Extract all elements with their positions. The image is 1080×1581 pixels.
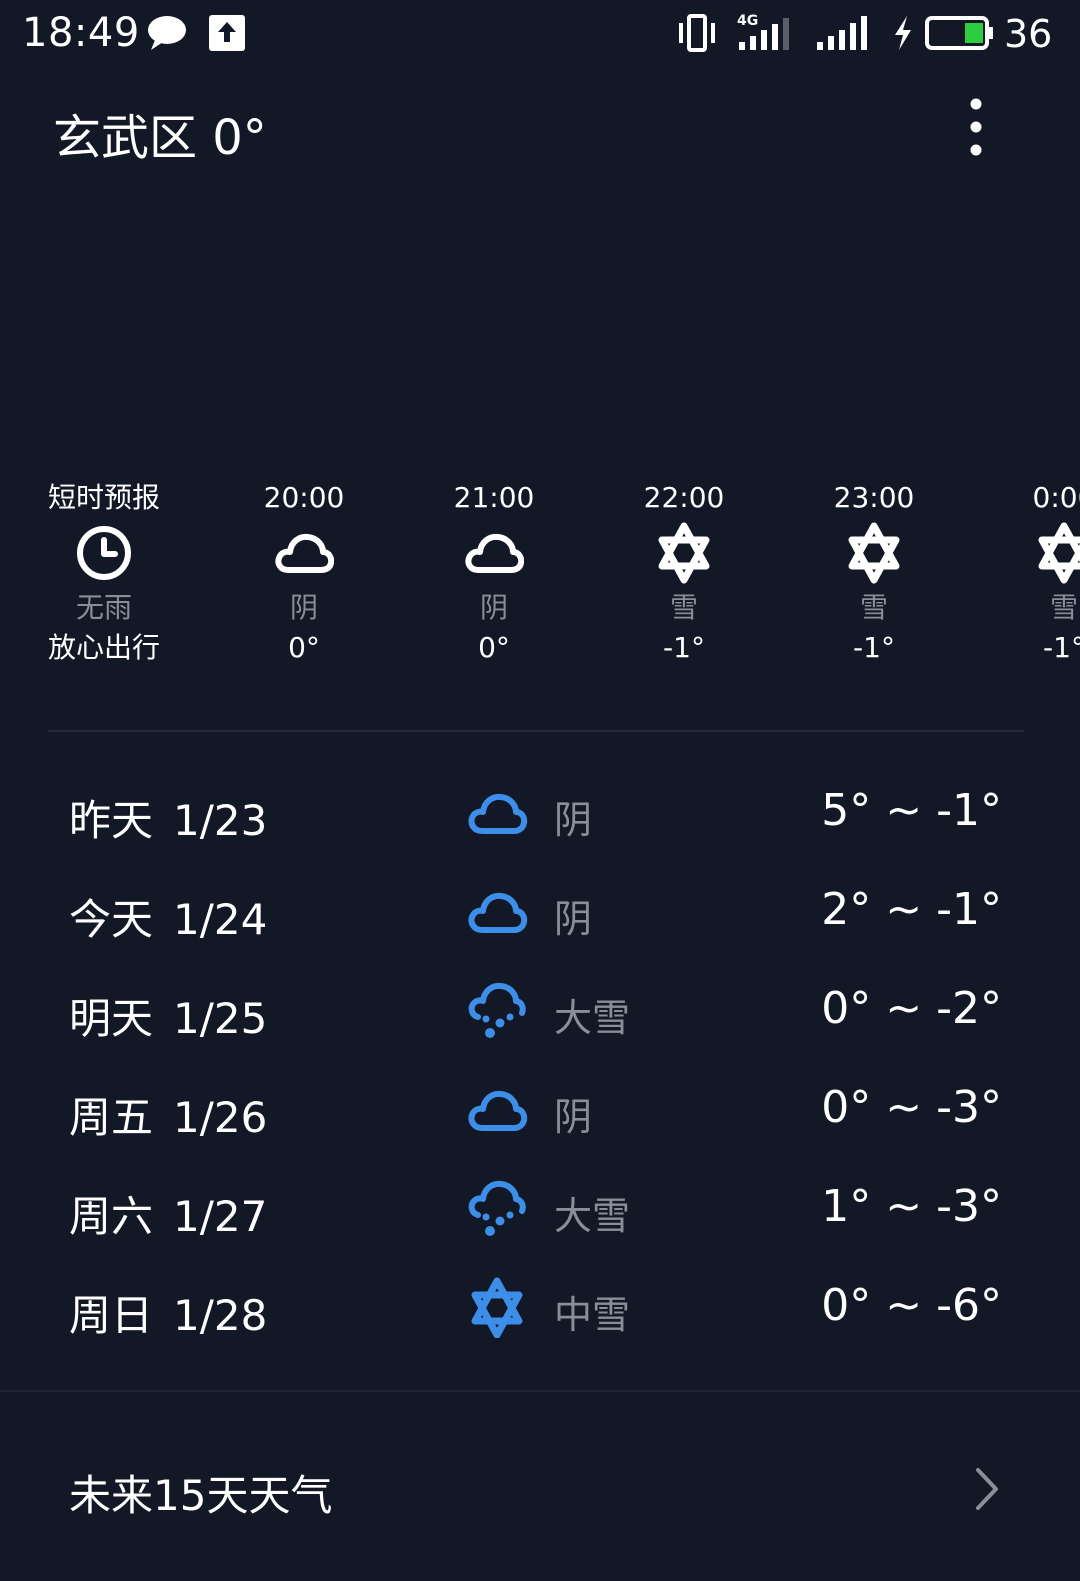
hour-time: 20:00 — [263, 481, 345, 514]
status-time: 18:49 — [22, 10, 140, 56]
hour-temp: -1° — [663, 631, 705, 664]
hour-item-nowcast[interactable]: 短时预报 无雨 放心出行 — [29, 478, 179, 668]
svg-text:4G: 4G — [737, 13, 758, 29]
vibrate-icon — [677, 14, 717, 56]
temp-range: 0° ~ -6° — [821, 1280, 1002, 1331]
temp-range: 0° ~ -2° — [821, 983, 1002, 1034]
snowflake-icon — [658, 522, 710, 584]
hour-condition: 雪 — [1049, 591, 1078, 624]
snowflake-icon — [471, 1277, 523, 1338]
daily-row[interactable]: 周日 1/28 中雪 0° ~ -6° — [0, 1260, 1080, 1359]
day-name: 周日 — [69, 1291, 154, 1340]
cloud-icon — [465, 533, 524, 573]
signal-icon — [815, 14, 873, 56]
battery-level: 36 — [1004, 12, 1053, 56]
hour-condition: 阴 — [479, 591, 508, 624]
day-name: 周五 — [69, 1093, 154, 1142]
hour-time: 23:00 — [833, 481, 915, 514]
hour-condition: 阴 — [289, 591, 318, 624]
hour-time: 0:00 — [1032, 481, 1080, 514]
more-vertical-icon — [970, 98, 982, 156]
day-condition: 阴 — [554, 1095, 593, 1139]
hour-item[interactable]: 21:00 阴 0° — [419, 478, 569, 668]
snowflake-icon — [1038, 522, 1080, 584]
charging-icon — [891, 14, 915, 56]
forecast-15-days-label: 未来15天天气 — [69, 1471, 333, 1520]
heavy-snow-icon — [468, 982, 526, 1038]
day-name: 昨天 — [69, 796, 154, 845]
day-date: 1/26 — [173, 1093, 268, 1142]
cloud-icon — [468, 892, 528, 933]
day-name: 周六 — [69, 1192, 154, 1241]
location-title: 玄武区 0° — [53, 110, 267, 166]
hour-temp: 0° — [478, 631, 510, 664]
temp-range: 0° ~ -3° — [821, 1082, 1002, 1133]
signal-4g-icon: 4G — [737, 12, 795, 58]
day-date: 1/24 — [173, 895, 268, 944]
temp-range: 1° ~ -3° — [821, 1181, 1002, 1232]
hourly-forecast[interactable]: 短时预报 无雨 放心出行 20:00 阴 0° 21:00 阴 0° 22:00… — [0, 478, 1080, 678]
daily-row[interactable]: 周五 1/26 阴 0° ~ -3° — [0, 1062, 1080, 1161]
hour-condition: 无雨 — [75, 591, 132, 624]
day-condition: 阴 — [554, 798, 593, 842]
hour-condition: 雪 — [859, 591, 888, 624]
hour-item[interactable]: 22:00 雪 -1° — [609, 478, 759, 668]
upload-icon — [208, 14, 246, 56]
snowflake-icon — [848, 522, 900, 584]
hour-item[interactable]: 20:00 阴 0° — [229, 478, 379, 668]
divider — [48, 730, 1024, 732]
temp-range: 2° ~ -1° — [821, 884, 1002, 935]
day-date: 1/25 — [173, 994, 268, 1043]
hour-time: 22:00 — [643, 481, 725, 514]
cloud-icon — [468, 1090, 528, 1131]
daily-row[interactable]: 明天 1/25 大雪 0° ~ -2° — [0, 963, 1080, 1062]
day-date: 1/28 — [173, 1291, 268, 1340]
day-condition: 中雪 — [554, 1293, 631, 1337]
hour-condition: 雪 — [669, 591, 698, 624]
message-icon — [146, 14, 188, 56]
cloud-icon — [275, 533, 334, 573]
hour-time: 21:00 — [453, 481, 535, 514]
daily-row[interactable]: 今天 1/24 阴 2° ~ -1° — [0, 864, 1080, 963]
battery-icon — [925, 14, 995, 56]
hour-time: 短时预报 — [47, 481, 160, 514]
daily-row[interactable]: 昨天 1/23 阴 5° ~ -1° — [0, 765, 1080, 864]
status-bar: 18:49 4G 36 — [0, 0, 1080, 70]
day-name: 明天 — [69, 994, 154, 1043]
day-condition: 阴 — [554, 897, 593, 941]
hour-item[interactable]: 23:00 雪 -1° — [799, 478, 949, 668]
chevron-right-icon — [976, 1468, 998, 1510]
day-date: 1/27 — [173, 1192, 268, 1241]
hour-temp: 0° — [288, 631, 320, 664]
day-date: 1/23 — [173, 796, 268, 845]
day-condition: 大雪 — [554, 1194, 631, 1238]
temp-range: 5° ~ -1° — [821, 785, 1002, 836]
hour-item[interactable]: 0:00 雪 -1° — [989, 478, 1080, 668]
hour-temp: -1° — [853, 631, 895, 664]
hour-temp: -1° — [1043, 631, 1080, 664]
clock-icon — [77, 526, 131, 580]
forecast-15-days-link[interactable]: 未来15天天气 — [0, 1392, 1080, 1581]
hour-temp: 放心出行 — [47, 631, 160, 664]
cloud-icon — [468, 793, 528, 834]
day-condition: 大雪 — [554, 996, 631, 1040]
daily-row[interactable]: 周六 1/27 大雪 1° ~ -3° — [0, 1161, 1080, 1260]
heavy-snow-icon — [468, 1180, 526, 1236]
day-name: 今天 — [69, 895, 154, 944]
more-options-button[interactable] — [950, 92, 1006, 162]
